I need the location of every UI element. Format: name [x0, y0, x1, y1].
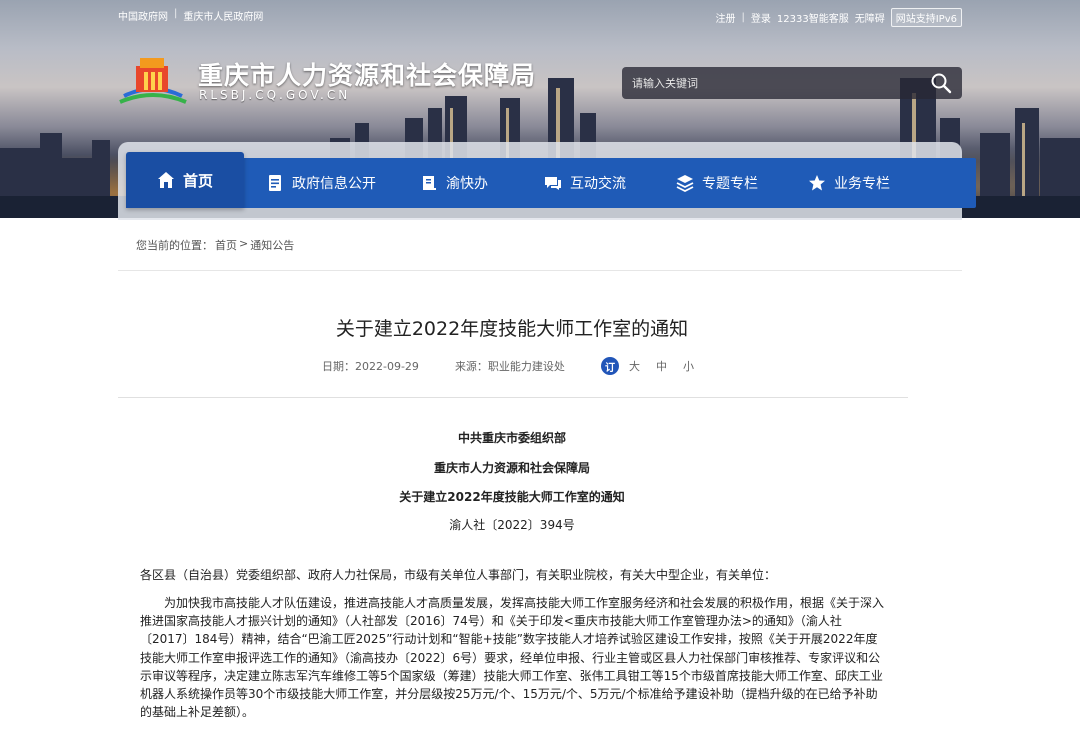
issuer-2: 重庆市人力资源和社会保障局 [433, 461, 590, 475]
separator: | [174, 8, 178, 19]
customer-service-link[interactable]: 12333智能客服 [777, 10, 849, 25]
link-cq-gov[interactable]: 重庆市人民政府网 [183, 8, 263, 23]
breadcrumb-current[interactable]: 通知公告 [250, 237, 294, 253]
link-gov-cn[interactable]: 中国政府网 [118, 8, 168, 23]
account-links: 注册 | 登录 12333智能客服 无障碍 网站支持IPv6 [716, 8, 962, 27]
nav-label: 渝快办 [446, 176, 488, 192]
nav-label: 互动交流 [570, 176, 626, 192]
main-nav: 首页 政府信息公开 渝快办 互动交流 专题专栏 业务专栏 [126, 152, 976, 208]
article-title: 关于建立2022年度技能大师工作室的通知 [335, 318, 689, 340]
nav-item-home[interactable]: 首页 [126, 152, 244, 208]
document-icon [269, 175, 281, 191]
document-title: 关于建立2022年度技能大师工作室的通知 [399, 490, 625, 504]
nav-item-yukuaiban[interactable]: 渝快办 [420, 158, 488, 208]
divider [118, 270, 962, 271]
nav-label: 首页 [182, 171, 213, 190]
breadcrumb: 您当前的位置： 首页 > 通知公告 [136, 237, 294, 253]
nav-item-special[interactable]: 专题专栏 [676, 158, 758, 208]
register-link[interactable]: 注册 [716, 10, 736, 25]
search-icon[interactable] [930, 72, 952, 94]
site-title[interactable]: 重庆市人力资源和社会保障局 [198, 56, 536, 92]
site-domain: RLSBJ.CQ.GOV.CN [199, 88, 351, 102]
article-date: 日期：2022-09-29 [322, 360, 419, 373]
breadcrumb-home[interactable]: 首页 [215, 237, 237, 253]
star-icon [809, 175, 825, 191]
salutation: 各区县（自治县）党委组织部、政府人力社保局，市级有关单位人事部门，有关职业院校，… [140, 568, 777, 582]
accessibility-link[interactable]: 无障碍 [855, 10, 885, 25]
breadcrumb-prefix: 您当前的位置： [136, 239, 213, 252]
layers-icon [676, 175, 694, 192]
nav-item-gov-info[interactable]: 政府信息公开 [266, 158, 376, 208]
home-icon [157, 172, 174, 188]
document-number: 渝人社〔2022〕394号 [449, 518, 575, 532]
issuer-1: 中共重庆市委组织部 [457, 431, 566, 445]
nav-label: 业务专栏 [834, 176, 890, 192]
ipv6-badge: 网站支持IPv6 [890, 8, 962, 27]
nav-label: 政府信息公开 [292, 176, 376, 192]
top-links: 中国政府网 | 重庆市人民政府网 [118, 8, 263, 23]
search-input[interactable] [622, 67, 922, 99]
font-size-medium[interactable]: 中 [656, 358, 667, 374]
separator: | [741, 12, 745, 23]
divider [118, 397, 908, 398]
font-size-large[interactable]: 大 [629, 358, 640, 374]
nav-label: 专题专栏 [702, 176, 758, 192]
search-box [622, 67, 962, 99]
article-source: 来源：职业能力建设处 [454, 360, 565, 373]
share-icon[interactable]: 订 [600, 357, 619, 375]
font-size-small[interactable]: 小 [683, 358, 694, 374]
article-meta: 日期：2022-09-29 来源：职业能力建设处 订 大 中 小 [322, 357, 710, 375]
chat-icon [545, 177, 561, 190]
nav-item-interaction[interactable]: 互动交流 [544, 158, 626, 208]
login-link[interactable]: 登录 [751, 10, 771, 25]
breadcrumb-separator: > [239, 237, 249, 250]
book-icon [423, 176, 436, 190]
bureau-logo-icon[interactable] [118, 52, 188, 108]
nav-item-business[interactable]: 业务专栏 [808, 158, 890, 208]
body-paragraph: 为加快我市高技能人才队伍建设，推进高技能人才高质量发展，发挥高技能大师工作室服务… [140, 596, 885, 720]
